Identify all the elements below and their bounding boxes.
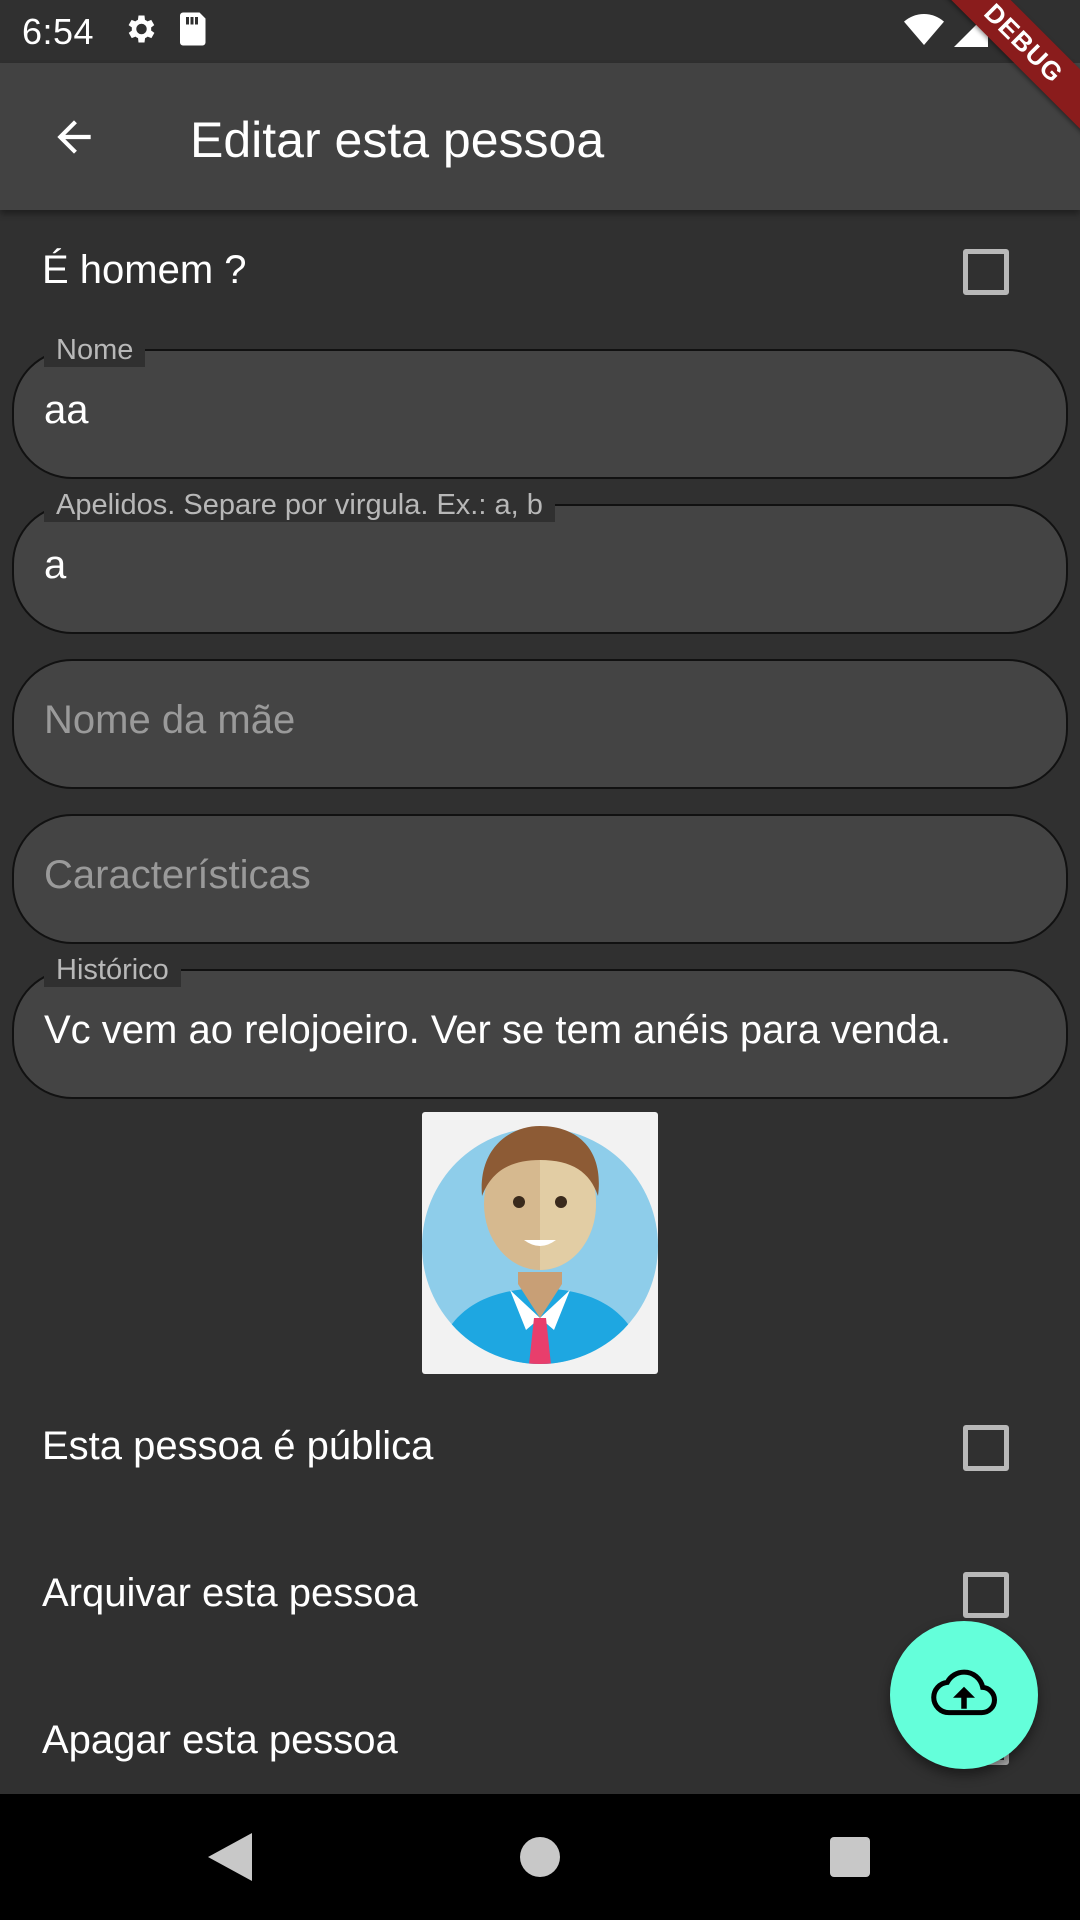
- characteristics-placeholder: Características: [44, 853, 311, 897]
- home-circle-icon: [520, 1837, 560, 1877]
- history-field-label: Histórico: [44, 953, 181, 987]
- status-bar: 6:54: [0, 0, 1080, 63]
- public-checkbox[interactable]: [963, 1425, 1009, 1471]
- person-avatar-icon: [422, 1126, 658, 1364]
- arrow-back-icon: [57, 120, 91, 154]
- public-row[interactable]: Esta pessoa é pública: [0, 1400, 1080, 1500]
- nav-home-button[interactable]: [500, 1794, 580, 1920]
- cloud-upload-icon: [931, 1669, 997, 1716]
- is-male-label: É homem ?: [42, 248, 247, 292]
- settings-icon: [122, 11, 158, 52]
- archive-checkbox[interactable]: [963, 1572, 1009, 1618]
- archive-row[interactable]: Arquivar esta pessoa: [0, 1547, 1080, 1647]
- public-label: Esta pessoa é pública: [42, 1424, 434, 1468]
- nav-back-button[interactable]: [190, 1794, 270, 1920]
- nicknames-field-value: a: [44, 543, 67, 587]
- edit-person-form: É homem ? Nome aa Apelidos. Separe por v…: [0, 210, 1080, 1794]
- is-male-checkbox[interactable]: [963, 249, 1009, 295]
- mother-name-field[interactable]: Nome da mãe: [12, 659, 1068, 789]
- name-field-value: aa: [44, 388, 89, 432]
- back-button[interactable]: [38, 101, 110, 173]
- status-time: 6:54: [22, 10, 95, 52]
- name-field[interactable]: Nome aa: [12, 333, 1068, 479]
- recents-square-icon: [830, 1837, 870, 1877]
- nicknames-field[interactable]: Apelidos. Separe por virgula. Ex.: a, b …: [12, 488, 1068, 634]
- is-male-row[interactable]: É homem ?: [0, 222, 1080, 322]
- sd-card-icon: [176, 11, 208, 52]
- archive-label: Arquivar esta pessoa: [42, 1571, 418, 1615]
- app-bar: Editar esta pessoa: [0, 63, 1080, 210]
- nav-recents-button[interactable]: [810, 1794, 890, 1920]
- avatar[interactable]: [422, 1112, 658, 1374]
- nicknames-field-label: Apelidos. Separe por virgula. Ex.: a, b: [44, 488, 555, 522]
- delete-label: Apagar esta pessoa: [42, 1718, 398, 1762]
- upload-fab-button[interactable]: [890, 1621, 1038, 1769]
- history-field[interactable]: Histórico Vc vem ao relojoeiro. Ver se t…: [12, 953, 1068, 1099]
- mother-name-placeholder: Nome da mãe: [44, 698, 296, 742]
- history-field-value: Vc vem ao relojoeiro. Ver se tem anéis p…: [44, 1008, 952, 1052]
- name-field-label: Nome: [44, 333, 146, 367]
- characteristics-field[interactable]: Características: [12, 814, 1068, 944]
- back-triangle-icon: [208, 1833, 252, 1881]
- wifi-icon: [904, 13, 944, 52]
- page-title: Editar esta pessoa: [190, 112, 605, 168]
- system-nav-bar: [0, 1794, 1080, 1920]
